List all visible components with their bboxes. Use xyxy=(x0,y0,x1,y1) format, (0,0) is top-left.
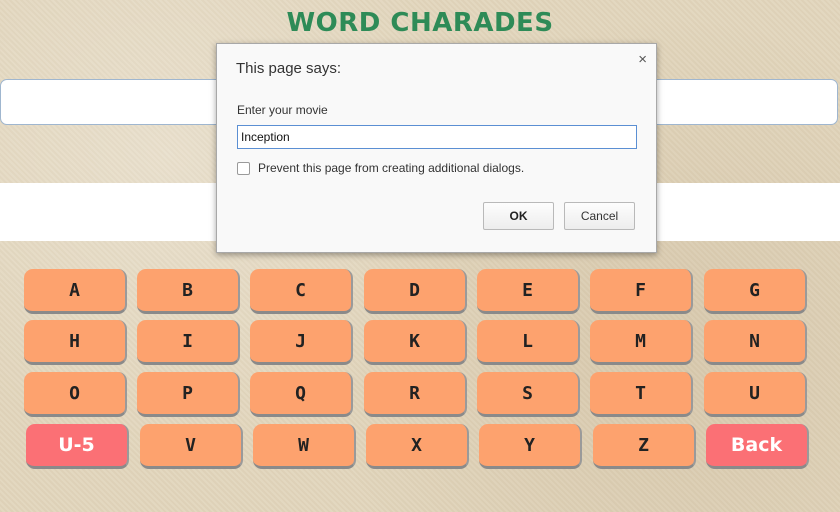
key-u-5[interactable]: U-5 xyxy=(26,424,129,469)
page-title: WORD CHARADES xyxy=(286,8,554,38)
dialog-prompt: Enter your movie xyxy=(237,103,328,117)
key-d[interactable]: D xyxy=(364,269,467,314)
prevent-dialogs-checkbox[interactable] xyxy=(237,161,250,175)
key-q[interactable]: Q xyxy=(250,372,353,417)
key-m[interactable]: M xyxy=(590,320,693,365)
key-u[interactable]: U xyxy=(704,372,807,417)
key-a[interactable]: A xyxy=(24,269,127,314)
key-b[interactable]: B xyxy=(137,269,240,314)
key-y[interactable]: Y xyxy=(479,424,582,469)
key-p[interactable]: P xyxy=(137,372,240,417)
key-f[interactable]: F xyxy=(590,269,693,314)
key-back[interactable]: Back xyxy=(706,424,809,469)
prevent-dialogs-row[interactable]: Prevent this page from creating addition… xyxy=(237,161,524,175)
key-n[interactable]: N xyxy=(704,320,807,365)
key-x[interactable]: X xyxy=(366,424,469,469)
key-z[interactable]: Z xyxy=(593,424,696,469)
prevent-dialogs-label: Prevent this page from creating addition… xyxy=(258,161,525,175)
key-s[interactable]: S xyxy=(477,372,580,417)
key-l[interactable]: L xyxy=(477,320,580,365)
key-h[interactable]: H xyxy=(24,320,127,365)
key-e[interactable]: E xyxy=(477,269,580,314)
movie-input[interactable] xyxy=(237,125,637,149)
key-o[interactable]: O xyxy=(24,372,127,417)
dialog-title: This page says: xyxy=(236,60,342,77)
key-r[interactable]: R xyxy=(364,372,467,417)
cancel-button[interactable]: Cancel xyxy=(564,202,635,230)
key-w[interactable]: W xyxy=(253,424,356,469)
key-g[interactable]: G xyxy=(704,269,807,314)
key-k[interactable]: K xyxy=(364,320,467,365)
key-t[interactable]: T xyxy=(590,372,693,417)
key-v[interactable]: V xyxy=(140,424,243,469)
key-j[interactable]: J xyxy=(250,320,353,365)
key-i[interactable]: I xyxy=(137,320,240,365)
prompt-dialog: This page says: × Enter your movie Preve… xyxy=(216,43,657,253)
key-c[interactable]: C xyxy=(250,269,353,314)
ok-button[interactable]: OK xyxy=(483,202,554,230)
close-icon[interactable]: × xyxy=(638,51,647,68)
